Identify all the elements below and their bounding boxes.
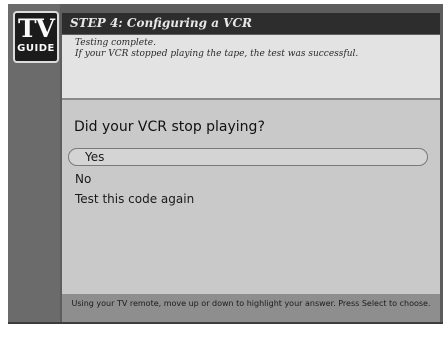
option-no[interactable]: No — [75, 171, 91, 187]
question-heading: Did your VCR stop playing? — [74, 119, 265, 135]
option-test-again[interactable]: Test this code again — [75, 191, 194, 207]
option-yes[interactable]: Yes — [68, 148, 428, 166]
status-message: Testing complete. — [75, 38, 156, 48]
frame-bottom-edge — [8, 322, 443, 324]
status-detail: If your VCR stopped playing the tape, th… — [75, 49, 359, 59]
footer-hint: Using your TV remote, move up or down to… — [71, 299, 431, 308]
tv-guide-logo: TV GUIDE — [13, 11, 59, 63]
logo-tv-text: TV — [17, 14, 55, 43]
logo-guide-text: GUIDE — [17, 43, 55, 54]
page-title: STEP 4: Configuring a VCR — [70, 16, 252, 30]
